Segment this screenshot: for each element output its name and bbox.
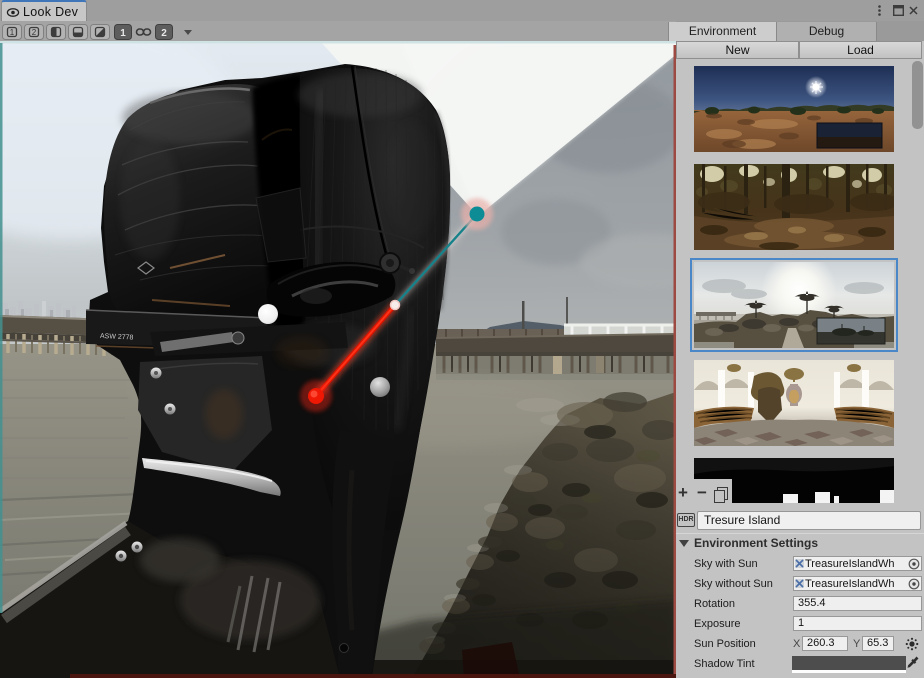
svg-text:1: 1	[10, 28, 15, 37]
svg-text:2: 2	[32, 28, 37, 37]
svg-text:1: 1	[120, 28, 126, 39]
svg-text:2: 2	[161, 28, 167, 39]
